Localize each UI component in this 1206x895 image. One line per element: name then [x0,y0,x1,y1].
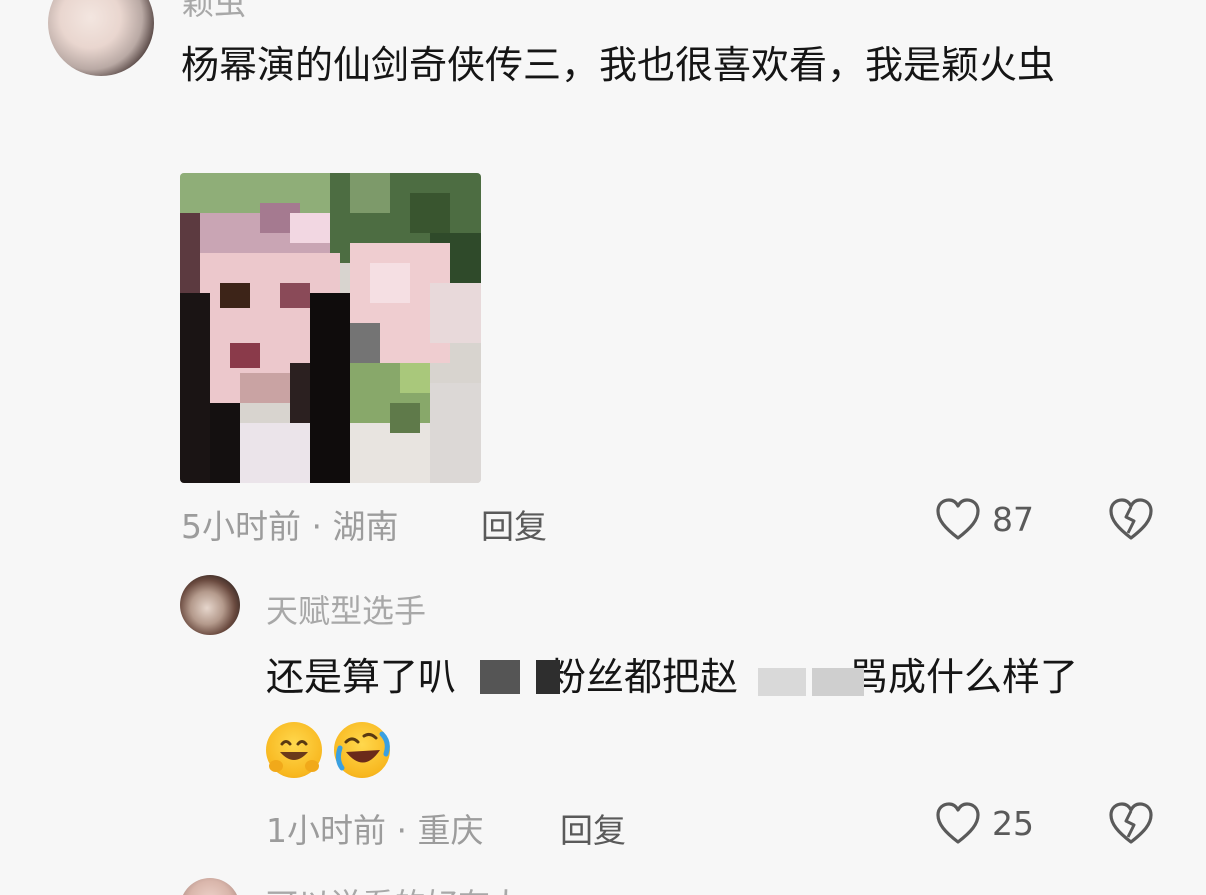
comment-text-end: 骂成什么样了 [850,655,1079,699]
grinning-face-icon [266,722,322,778]
broken-heart-icon[interactable] [1108,497,1154,545]
comment-username[interactable]: 天赋型选手 [266,586,426,632]
censor-block [536,660,560,694]
censor-block [758,668,806,696]
comment-username[interactable]: 颖虫 [182,0,246,24]
heart-outline-icon[interactable] [935,801,981,849]
censor-block [812,668,864,696]
pixelated-photo [180,173,481,483]
avatar[interactable] [180,575,240,635]
avatar[interactable] [180,878,240,895]
comment-time-location: 1小时前 · 重庆 [266,811,484,850]
like-count: 87 [992,500,1034,539]
broken-heart-icon[interactable] [1108,801,1154,849]
comment-image[interactable] [180,173,481,483]
comment-text-start: 还是算了叭 [266,655,457,699]
comment-time-location: 5小时前 · 湖南 [181,507,399,546]
comment-text-middle: 粉丝都把赵 [548,655,739,699]
like-count: 25 [992,804,1034,843]
comment-text: 还是算了叭 粉丝都把赵 骂成什么样了 [266,646,1166,708]
rolling-laughing-face-icon [334,722,390,778]
heart-outline-icon[interactable] [935,497,981,545]
avatar[interactable] [48,0,154,76]
censor-block [480,660,520,694]
reply-button[interactable]: 回复 [560,804,626,852]
reply-button[interactable]: 回复 [481,500,547,548]
comment-username[interactable]: 可以说看的好有人 [266,880,522,895]
comment-text: 杨幂演的仙剑奇侠传三，我也很喜欢看，我是颖火虫 [181,43,1056,87]
comment-thread: 颖虫 杨幂演的仙剑奇侠传三，我也很喜欢看，我是颖火虫 5小时前 · 湖南 回复 … [0,0,1206,895]
